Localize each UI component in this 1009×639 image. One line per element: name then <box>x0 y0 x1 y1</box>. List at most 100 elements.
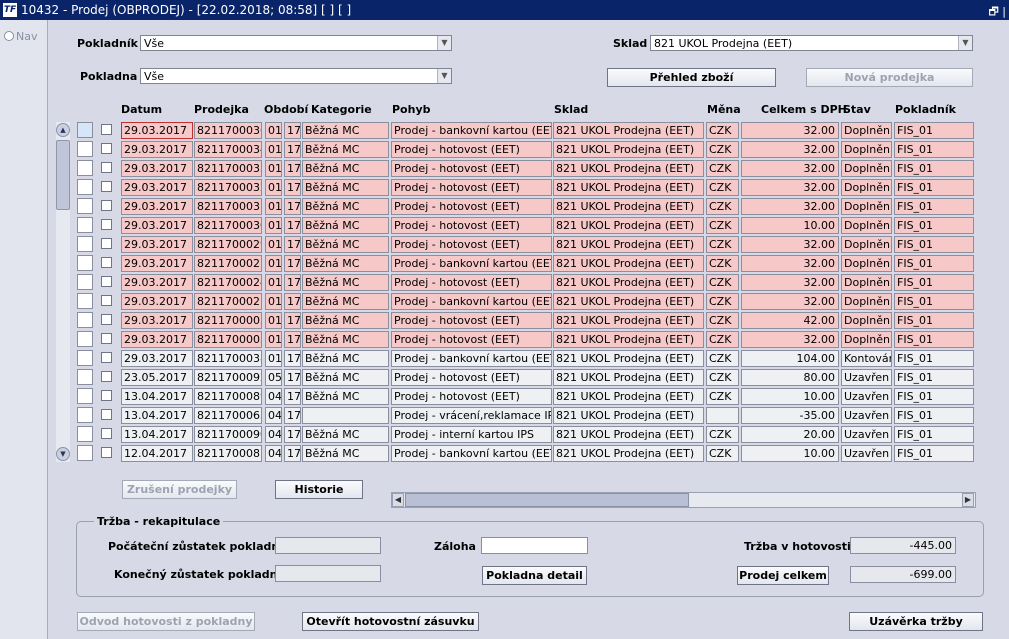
cell-sklad[interactable]: 821 UKOL Prodejna (EET) <box>553 369 704 386</box>
cell-stav[interactable]: Doplněn <box>841 236 892 253</box>
cell-datum[interactable]: 29.03.2017 <box>121 198 193 215</box>
cell-stav[interactable]: Uzavřen <box>841 445 892 462</box>
cell-stav[interactable]: Doplněn <box>841 274 892 291</box>
cell-obdobi-mesic[interactable]: 01 <box>265 160 282 177</box>
cell-kategorie[interactable]: Běžná MC <box>302 426 389 443</box>
cell-sklad[interactable]: 821 UKOL Prodejna (EET) <box>553 217 704 234</box>
cell-pohyb[interactable]: Prodej - hotovost (EET) <box>391 236 552 253</box>
pokladna-detail-button[interactable]: Pokladna detail <box>482 566 587 585</box>
cell-prodejka[interactable]: 8211700087 <box>194 445 262 462</box>
cell-pokladnik[interactable]: FIS_01 <box>894 160 974 177</box>
zaloha-input[interactable] <box>481 537 588 554</box>
scroll-left-icon[interactable]: ◀ <box>392 493 404 507</box>
cell-obdobi-rok[interactable]: 17 <box>284 141 301 158</box>
cell-mena[interactable]: CZK <box>706 179 739 196</box>
cell-datum[interactable]: 29.03.2017 <box>121 274 193 291</box>
cell-celkem[interactable]: 10.00 <box>741 217 839 234</box>
cell-celkem[interactable]: 32.00 <box>741 331 839 348</box>
cell-kategorie[interactable]: Běžná MC <box>302 369 389 386</box>
cell-sklad[interactable]: 821 UKOL Prodejna (EET) <box>553 141 704 158</box>
cell-pokladnik[interactable]: FIS_01 <box>894 388 974 405</box>
cell-obdobi-mesic[interactable]: 01 <box>265 122 282 139</box>
row-selector[interactable] <box>77 160 93 176</box>
row-selector[interactable] <box>77 236 93 252</box>
cell-prodejka[interactable]: 8211700031 <box>194 198 262 215</box>
cell-datum[interactable]: 13.04.2017 <box>121 388 193 405</box>
cell-mena[interactable]: CZK <box>706 350 739 367</box>
cell-prodejka[interactable]: 8211700063 <box>194 407 262 424</box>
cell-pohyb[interactable]: Prodej - vrácení,reklamace IPS <box>391 407 552 424</box>
cell-obdobi-rok[interactable]: 17 <box>284 179 301 196</box>
cell-stav[interactable]: Uzavřen <box>841 426 892 443</box>
cell-kategorie[interactable]: Běžná MC <box>302 388 389 405</box>
cell-pohyb[interactable]: Prodej - bankovní kartou (EET) <box>391 255 552 272</box>
cell-mena[interactable]: CZK <box>706 255 739 272</box>
cell-pohyb[interactable]: Prodej - hotovost (EET) <box>391 369 552 386</box>
nav-label[interactable]: Nav <box>16 30 37 43</box>
cell-sklad[interactable]: 821 UKOL Prodejna (EET) <box>553 388 704 405</box>
cell-mena[interactable]: CZK <box>706 388 739 405</box>
otevrit-zasuvku-button[interactable]: Otevřít hotovostní zásuvku <box>302 612 479 631</box>
cell-obdobi-mesic[interactable]: 01 <box>265 312 282 329</box>
cell-pokladnik[interactable]: FIS_01 <box>894 122 974 139</box>
cell-sklad[interactable]: 821 UKOL Prodejna (EET) <box>553 198 704 215</box>
cell-pohyb[interactable]: Prodej - hotovost (EET) <box>391 274 552 291</box>
cell-pokladnik[interactable]: FIS_01 <box>894 369 974 386</box>
row-selector[interactable] <box>77 331 93 347</box>
cell-sklad[interactable]: 821 UKOL Prodejna (EET) <box>553 255 704 272</box>
cell-stav[interactable]: Doplněn <box>841 122 892 139</box>
cell-mena[interactable]: CZK <box>706 217 739 234</box>
scroll-down-icon[interactable]: ▼ <box>56 447 70 461</box>
cell-obdobi-rok[interactable]: 17 <box>284 217 301 234</box>
cell-obdobi-mesic[interactable]: 04 <box>265 426 282 443</box>
cell-celkem[interactable]: 32.00 <box>741 198 839 215</box>
cell-prodejka[interactable]: 8211700090 <box>194 426 262 443</box>
row-checkbox[interactable] <box>101 428 112 439</box>
cell-datum[interactable]: 29.03.2017 <box>121 236 193 253</box>
cell-pohyb[interactable]: Prodej - hotovost (EET) <box>391 217 552 234</box>
cell-celkem[interactable]: 32.00 <box>741 236 839 253</box>
cell-mena[interactable]: CZK <box>706 369 739 386</box>
cell-pokladnik[interactable]: FIS_01 <box>894 141 974 158</box>
cell-mena[interactable]: CZK <box>706 274 739 291</box>
cell-celkem[interactable]: 42.00 <box>741 312 839 329</box>
sklad-select[interactable]: 821 UKOL Prodejna (EET) ▼ <box>650 35 973 51</box>
cell-stav[interactable]: Doplněn <box>841 217 892 234</box>
cell-celkem[interactable]: 10.00 <box>741 445 839 462</box>
cell-obdobi-rok[interactable]: 17 <box>284 255 301 272</box>
cell-prodejka[interactable]: 8211700038 <box>194 350 262 367</box>
cell-sklad[interactable]: 821 UKOL Prodejna (EET) <box>553 160 704 177</box>
cell-celkem[interactable]: 20.00 <box>741 426 839 443</box>
row-checkbox[interactable] <box>101 257 112 268</box>
cell-obdobi-rok[interactable]: 17 <box>284 388 301 405</box>
row-checkbox[interactable] <box>101 162 112 173</box>
cell-obdobi-rok[interactable]: 17 <box>284 426 301 443</box>
row-selector[interactable] <box>77 445 93 461</box>
uzaverka-trzby-button[interactable]: Uzávěrka tržby <box>849 612 983 631</box>
cell-pohyb[interactable]: Prodej - hotovost (EET) <box>391 388 552 405</box>
cell-celkem[interactable]: 32.00 <box>741 122 839 139</box>
cell-obdobi-rok[interactable]: 17 <box>284 369 301 386</box>
cell-stav[interactable]: Doplněn <box>841 198 892 215</box>
cell-stav[interactable]: Doplněn <box>841 141 892 158</box>
cell-obdobi-mesic[interactable]: 01 <box>265 198 282 215</box>
cell-obdobi-mesic[interactable]: 01 <box>265 350 282 367</box>
cell-pokladnik[interactable]: FIS_01 <box>894 274 974 291</box>
cell-prodejka[interactable]: 8211700036 <box>194 122 262 139</box>
cell-stav[interactable]: Uzavřen <box>841 388 892 405</box>
row-checkbox[interactable] <box>101 181 112 192</box>
row-selector[interactable] <box>77 198 93 214</box>
cell-datum[interactable]: 23.05.2017 <box>121 369 193 386</box>
cell-celkem[interactable]: 32.00 <box>741 179 839 196</box>
cell-mena[interactable]: CZK <box>706 426 739 443</box>
row-selector[interactable] <box>77 141 93 157</box>
cell-mena[interactable]: CZK <box>706 331 739 348</box>
cell-prodejka[interactable]: 8211700021 <box>194 293 262 310</box>
cell-obdobi-mesic[interactable]: 05 <box>265 369 282 386</box>
cell-obdobi-mesic[interactable]: 01 <box>265 179 282 196</box>
cell-stav[interactable]: Uzavřen <box>841 369 892 386</box>
cell-pokladnik[interactable]: FIS_01 <box>894 445 974 462</box>
cell-pohyb[interactable]: Prodej - interní kartou IPS <box>391 426 552 443</box>
cell-pohyb[interactable]: Prodej - bankovní kartou (EET) <box>391 293 552 310</box>
cell-pohyb[interactable]: Prodej - hotovost (EET) <box>391 179 552 196</box>
